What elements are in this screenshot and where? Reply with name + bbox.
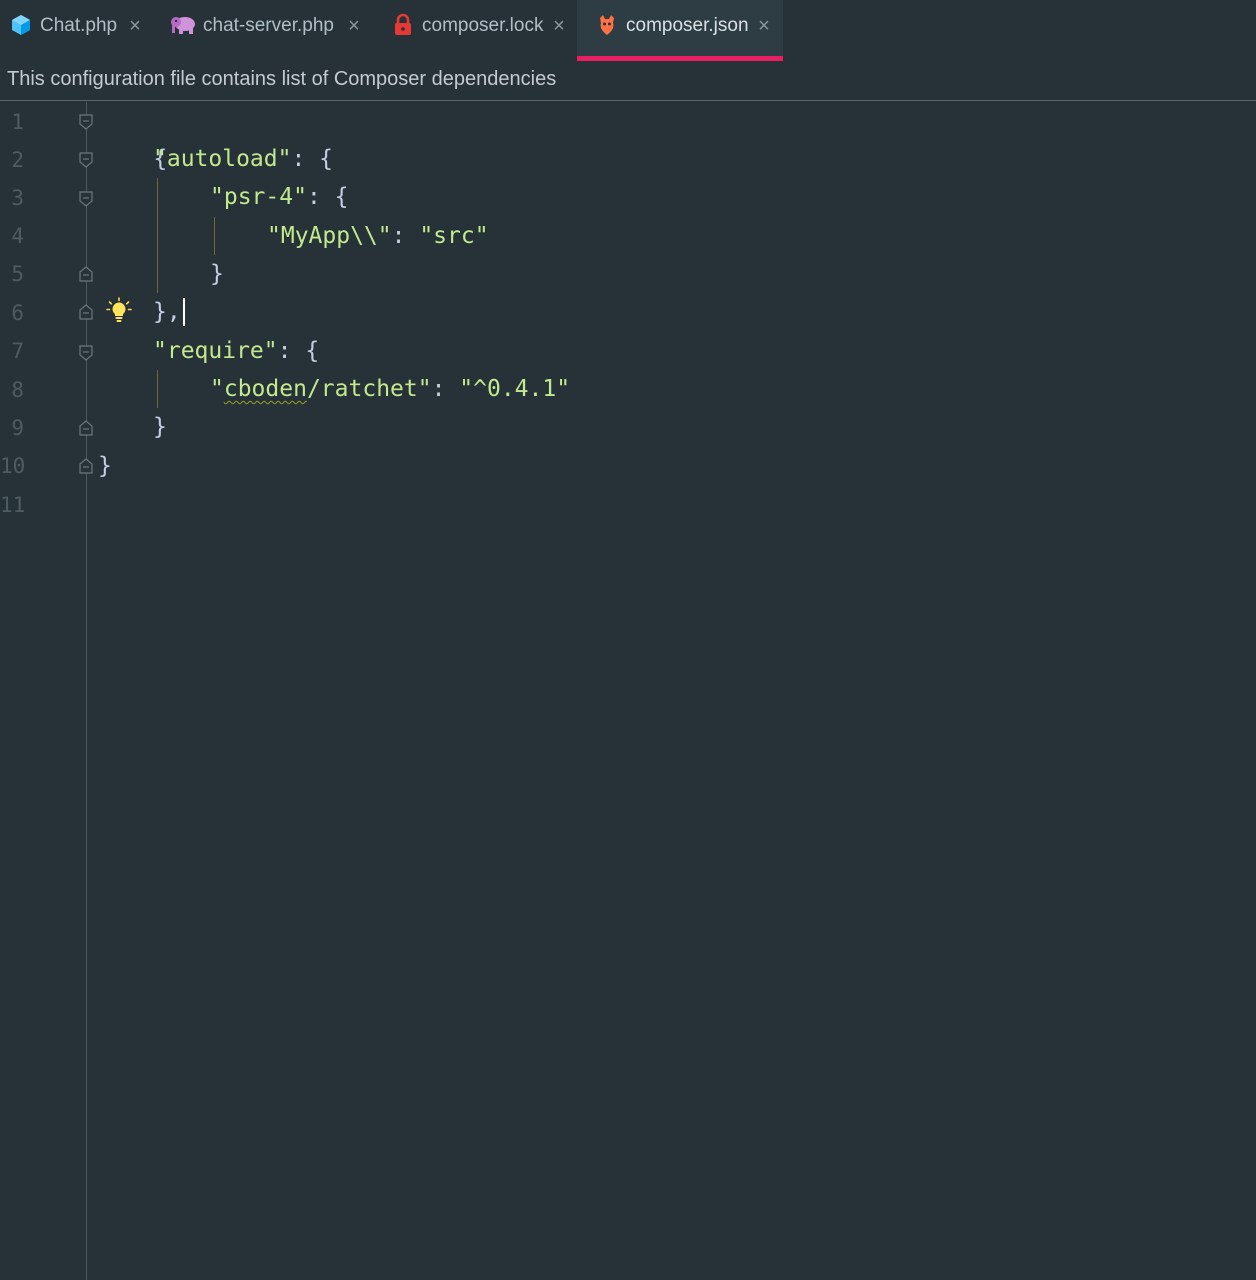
code-line-10: } bbox=[98, 447, 112, 485]
indent-guide bbox=[214, 217, 215, 255]
code-line-5: } bbox=[210, 255, 224, 293]
code-token: : { bbox=[291, 146, 334, 172]
line-number: 5 bbox=[11, 262, 24, 286]
code-line-4: "MyApp\\": "src" bbox=[267, 217, 489, 255]
tab-chat-server-php[interactable]: chat-server.php × bbox=[158, 0, 380, 61]
json-key: "autoload" bbox=[153, 146, 292, 172]
code-line-3: "psr-4": { bbox=[210, 178, 348, 216]
file-info-text: This configuration file contains list of… bbox=[7, 68, 557, 90]
line-number: 3 bbox=[11, 186, 24, 210]
json-key: " bbox=[210, 376, 224, 402]
active-tab-underline bbox=[577, 56, 783, 61]
editor-tab-bar: Chat.php × chat-server.php × composer.lo… bbox=[0, 0, 1256, 61]
code-token: } bbox=[153, 414, 167, 440]
fold-close-icon[interactable] bbox=[79, 304, 93, 320]
line-number: 7 bbox=[11, 339, 24, 363]
tab-label: composer.json bbox=[626, 15, 749, 36]
line-number: 1 bbox=[11, 110, 24, 134]
composer-icon bbox=[600, 15, 614, 35]
json-string-value: "src" bbox=[419, 223, 489, 249]
code-token: : { bbox=[306, 184, 349, 210]
spelling-warning[interactable]: cboden bbox=[224, 376, 307, 402]
tab-composer-lock[interactable]: composer.lock × bbox=[380, 0, 577, 61]
code-token: } bbox=[210, 261, 224, 287]
json-key: /ratchet" bbox=[306, 376, 432, 402]
code-line-6: }, bbox=[153, 293, 181, 331]
json-key: "MyApp\\" bbox=[267, 223, 392, 249]
line-number: 6 bbox=[11, 301, 24, 325]
code-token: }, bbox=[153, 299, 181, 325]
code-token: } bbox=[98, 453, 112, 479]
php-elephant-icon bbox=[171, 17, 195, 34]
indent-guide bbox=[157, 178, 158, 293]
lightbulb-icon[interactable] bbox=[106, 297, 132, 323]
close-icon[interactable]: × bbox=[547, 13, 571, 39]
file-info-banner: This configuration file contains list of… bbox=[0, 62, 1256, 101]
json-string-value: "^0.4.1" bbox=[459, 376, 571, 402]
fold-close-icon[interactable] bbox=[79, 420, 93, 436]
lock-icon bbox=[395, 13, 411, 35]
tab-label: Chat.php bbox=[40, 15, 118, 36]
fold-open-icon[interactable] bbox=[79, 114, 93, 130]
line-number: 10 bbox=[0, 454, 26, 478]
tab-composer-json[interactable]: composer.json × bbox=[577, 0, 783, 61]
code-token: : { bbox=[277, 338, 320, 364]
line-number: 8 bbox=[11, 378, 24, 402]
line-number: 11 bbox=[0, 493, 26, 517]
tab-label: chat-server.php bbox=[203, 15, 334, 36]
code-line-2: "autoload": { bbox=[153, 140, 333, 178]
php-class-icon bbox=[12, 15, 30, 35]
code-line-8: "cboden/ratchet": "^0.4.1" bbox=[210, 370, 570, 408]
code-line-7: "require": { bbox=[153, 332, 319, 370]
line-number: 4 bbox=[11, 224, 24, 248]
code-line-1: { bbox=[98, 102, 167, 172]
tab-chat-php[interactable]: Chat.php × bbox=[0, 0, 158, 61]
fold-open-icon[interactable] bbox=[79, 152, 93, 168]
code-token: : bbox=[391, 223, 420, 249]
fold-open-icon[interactable] bbox=[79, 191, 93, 207]
close-icon[interactable]: × bbox=[342, 13, 366, 39]
text-caret bbox=[183, 298, 185, 326]
close-icon[interactable]: × bbox=[752, 13, 776, 39]
code-token: : bbox=[431, 376, 460, 402]
fold-close-icon[interactable] bbox=[79, 458, 93, 474]
tab-label: composer.lock bbox=[422, 15, 544, 36]
code-line-9: } bbox=[153, 408, 167, 446]
indent-guide bbox=[157, 370, 158, 408]
code-editor[interactable]: 1 2 3 4 5 6 7 8 9 10 11 {"autoload": {… bbox=[0, 102, 1256, 1280]
json-key: "psr-4" bbox=[210, 184, 307, 210]
fold-open-icon[interactable] bbox=[79, 345, 93, 361]
fold-close-icon[interactable] bbox=[79, 266, 93, 282]
close-icon[interactable]: × bbox=[123, 13, 147, 39]
line-number: 2 bbox=[11, 148, 24, 172]
json-key: "require" bbox=[153, 338, 278, 364]
line-number: 9 bbox=[11, 416, 24, 440]
